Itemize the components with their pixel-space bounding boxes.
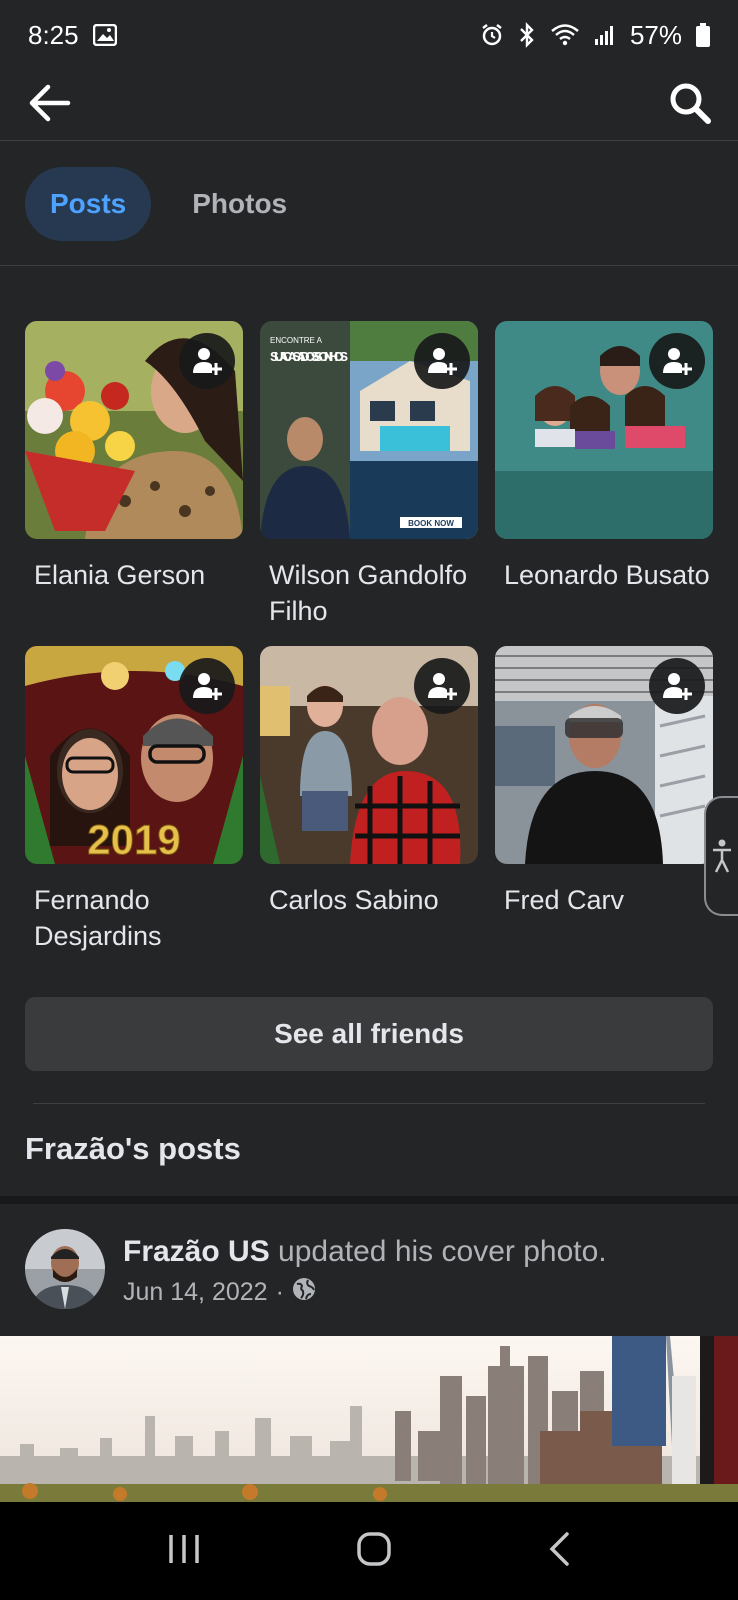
add-friend-icon[interactable]	[649, 333, 705, 389]
search-icon[interactable]	[668, 81, 712, 130]
accessibility-icon	[713, 839, 731, 873]
friend-photo[interactable]	[495, 646, 713, 864]
signal-icon	[594, 24, 616, 46]
friend-name[interactable]: Elania Gerson	[25, 557, 243, 593]
status-bar: 8:25 57%	[0, 0, 738, 70]
friend-photo[interactable]: BOOK NOW ENCONTRE A SUA CASA DOS SONHOS	[260, 321, 478, 539]
add-friend-icon[interactable]	[179, 658, 235, 714]
see-all-friends-button[interactable]: See all friends	[25, 997, 713, 1071]
friend-photo[interactable]	[260, 646, 478, 864]
friend-name[interactable]: Carlos Sabino	[260, 882, 478, 918]
section-divider	[33, 1103, 705, 1104]
cover-photo[interactable]	[0, 1336, 738, 1502]
friend-name[interactable]: Fernando Desjardins	[25, 882, 243, 954]
avatar[interactable]	[25, 1229, 105, 1309]
friend-photo[interactable]: 2019	[25, 646, 243, 864]
recent-apps-icon[interactable]	[167, 1532, 201, 1571]
section-separator	[0, 1196, 738, 1204]
friend-card[interactable]: BOOK NOW ENCONTRE A SUA CASA DOS SONHOS …	[260, 321, 478, 632]
friend-name[interactable]: Leonardo Busato	[495, 557, 713, 593]
alarm-icon	[480, 23, 504, 47]
back-arrow-icon[interactable]	[26, 83, 72, 128]
ad-title-text: SUA CASA DOS SONHOS	[270, 349, 348, 364]
status-time: 8:25	[28, 19, 79, 50]
home-icon[interactable]	[356, 1531, 392, 1572]
friend-name[interactable]: Wilson Gandolfo Filho	[260, 557, 478, 629]
app-bar	[0, 70, 738, 140]
battery-icon	[696, 23, 710, 47]
posts-section-title: Frazão's posts	[25, 1131, 241, 1166]
friend-card[interactable]: Fred Carv	[495, 646, 713, 957]
battery-percentage: 57%	[629, 19, 682, 50]
globe-icon	[292, 1277, 316, 1308]
friend-name[interactable]: Fred Carv	[495, 882, 713, 918]
tab-photos[interactable]: Photos	[167, 167, 312, 241]
bluetooth-icon	[518, 22, 536, 48]
post-date[interactable]: Jun 14, 2022	[123, 1278, 268, 1307]
friend-card[interactable]: 2019 Fernando Desjardins	[25, 646, 243, 957]
friends-grid: Elania Gerson BOOK NOW ENCONTRE A SUA CA…	[25, 321, 713, 957]
add-friend-icon[interactable]	[179, 333, 235, 389]
ad-book-now: BOOK NOW	[408, 519, 454, 528]
add-friend-icon[interactable]	[414, 333, 470, 389]
post-action-text: updated his cover photo.	[269, 1235, 607, 1268]
friend-card[interactable]: Elania Gerson	[25, 321, 243, 632]
tab-posts[interactable]: Posts	[25, 167, 152, 241]
friend-photo[interactable]	[25, 321, 243, 539]
friend-card[interactable]: Carlos Sabino	[260, 646, 478, 957]
system-nav-bar	[0, 1502, 738, 1600]
post-author-link[interactable]: Frazão US	[123, 1235, 270, 1268]
gallery-icon	[92, 24, 117, 46]
add-friend-icon[interactable]	[649, 658, 705, 714]
profile-tabs: Posts Photos	[25, 167, 312, 241]
accessibility-shortcut[interactable]	[704, 796, 738, 916]
post-header: Frazão US updated his cover photo. Jun 1…	[25, 1229, 715, 1311]
year-banner: 2019	[87, 816, 180, 863]
tabs-divider	[0, 265, 738, 266]
wifi-icon	[550, 23, 580, 47]
friend-photo[interactable]	[495, 321, 713, 539]
system-back-icon[interactable]	[547, 1531, 571, 1572]
app-bar-divider	[0, 140, 738, 141]
add-friend-icon[interactable]	[414, 658, 470, 714]
meta-separator: ·	[275, 1278, 284, 1306]
ad-top-text: ENCONTRE A	[270, 336, 323, 345]
friend-card[interactable]: Leonardo Busato	[495, 321, 713, 632]
